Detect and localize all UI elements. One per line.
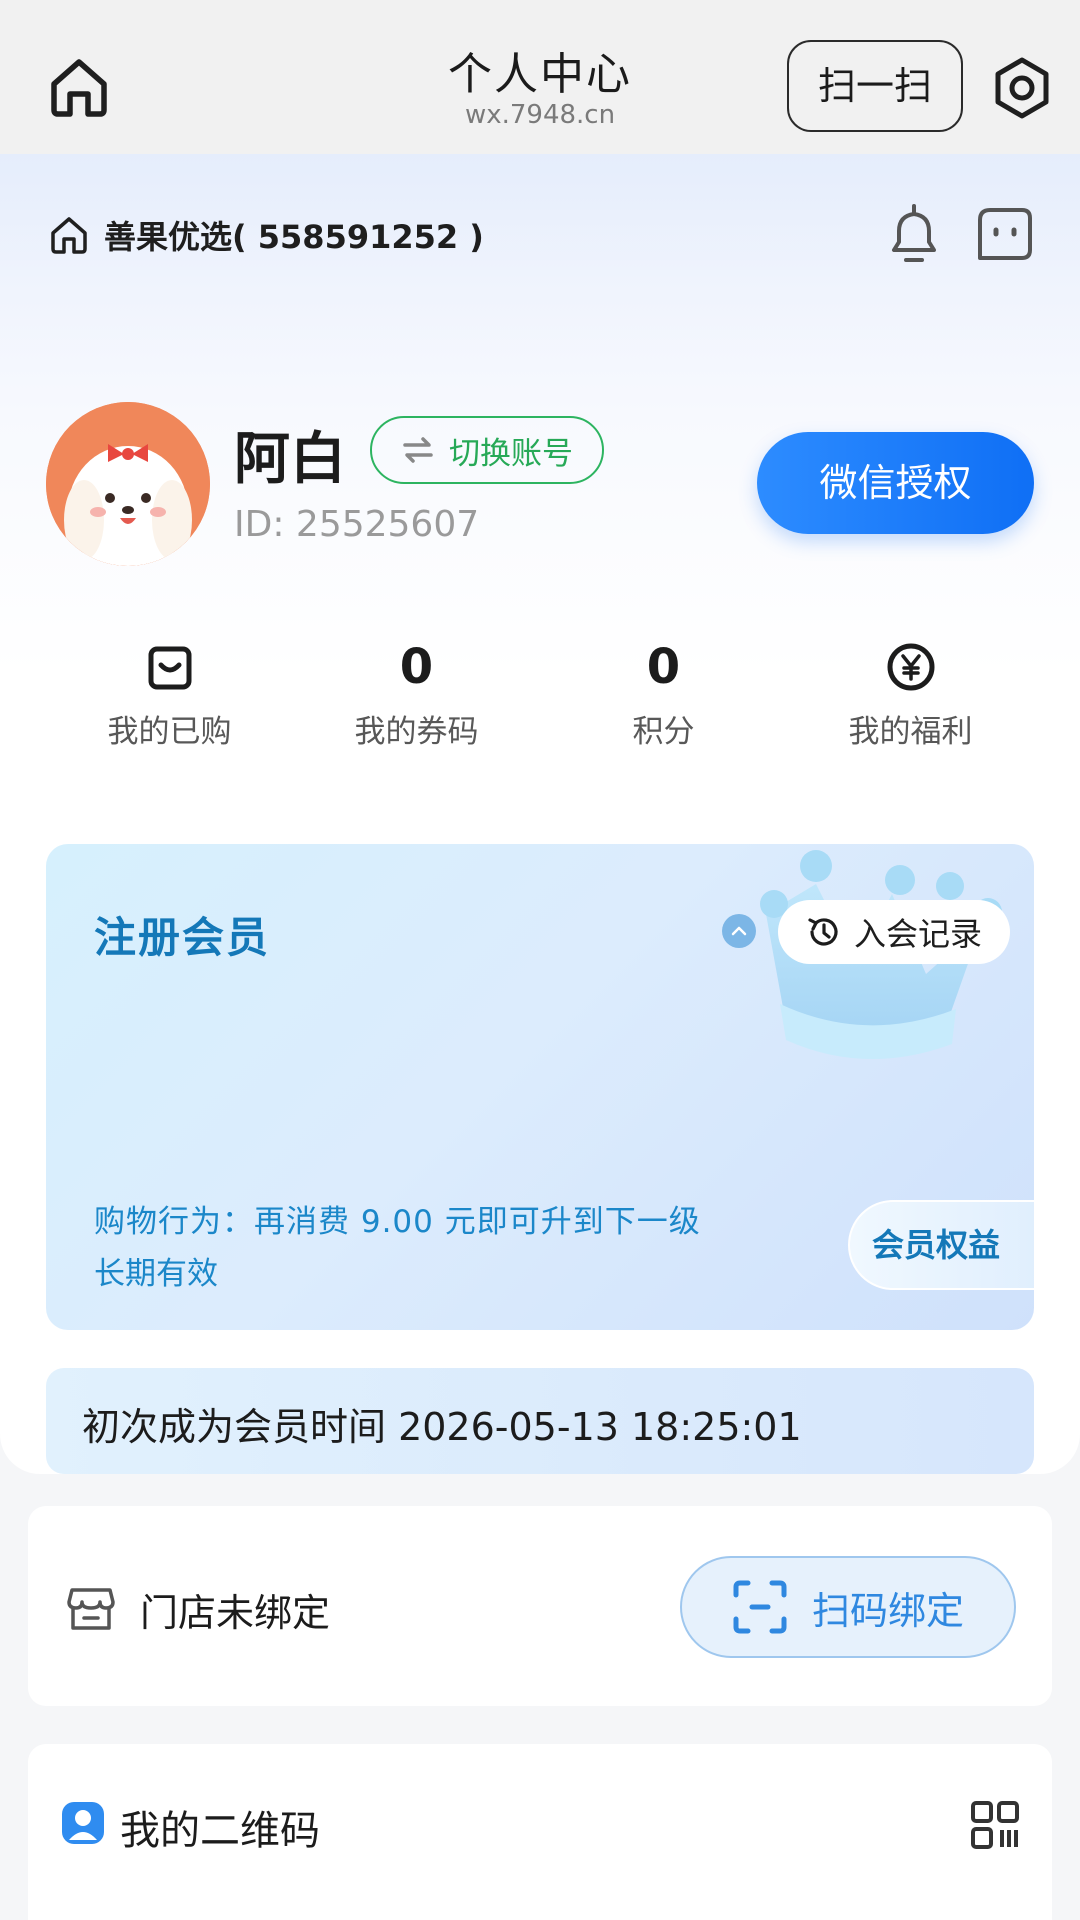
crown-icon <box>706 844 1026 1104</box>
stat-purchased[interactable]: 我的已购 <box>46 640 293 750</box>
store-name: 善果优选( 558591252 ) <box>104 218 484 256</box>
stat-value: 0 <box>399 639 434 695</box>
swap-arrows-icon <box>401 436 435 464</box>
collapse-icon[interactable] <box>722 914 756 948</box>
stat-benefits[interactable]: 我的福利 <box>787 640 1034 750</box>
upgrade-hint: 购物行为：再消费 9.00 元即可升到下一级 <box>94 1204 701 1240</box>
qr-code-icon[interactable] <box>970 1800 1020 1850</box>
user-badge-icon <box>60 1800 106 1846</box>
store-header[interactable]: 善果优选( 558591252 ) <box>48 210 484 260</box>
membership-record-label: 入会记录 <box>853 915 982 953</box>
switch-account-label: 切换账号 <box>449 435 573 472</box>
shopping-bag-icon <box>46 640 293 694</box>
stat-label: 积分 <box>632 714 695 750</box>
store-home-icon <box>48 214 90 256</box>
message-icon[interactable] <box>976 206 1034 262</box>
stat-value: 0 <box>646 639 681 695</box>
member-benefits-button[interactable]: 会员权益 <box>848 1200 1034 1290</box>
username: 阿白 <box>234 427 346 492</box>
store-icon <box>66 1586 116 1632</box>
scan-frame-icon <box>732 1579 788 1635</box>
validity-text: 长期有效 <box>94 1256 218 1292</box>
yen-coin-icon <box>787 640 1034 694</box>
first-member-time: 初次成为会员时间 2026-05-13 18:25:01 <box>46 1368 1034 1474</box>
avatar[interactable] <box>46 402 210 566</box>
stat-label: 我的券码 <box>354 714 479 750</box>
user-id: ID: 25525607 <box>234 504 480 545</box>
stats-row: 我的已购 0 我的券码 0 积分 我的福利 <box>46 640 1034 750</box>
store-binding-status: 门店未绑定 <box>140 1591 331 1635</box>
stat-points[interactable]: 0 积分 <box>540 640 787 750</box>
first-member-time-text: 初次成为会员时间 2026-05-13 18:25:01 <box>82 1405 802 1449</box>
scan-button[interactable]: 扫一扫 <box>787 40 963 132</box>
membership-record-button[interactable]: 入会记录 <box>778 900 1010 964</box>
bell-icon[interactable] <box>884 204 944 266</box>
store-binding-panel: 门店未绑定 扫码绑定 <box>28 1506 1052 1706</box>
stat-coupons[interactable]: 0 我的券码 <box>293 640 540 750</box>
scan-bind-label: 扫码绑定 <box>811 1588 964 1633</box>
scan-bind-button[interactable]: 扫码绑定 <box>680 1556 1016 1658</box>
member-card: 注册会员 入会记录 购物行为：再消费 9.00 元即可升到下一级 长期有效 会员… <box>46 844 1034 1330</box>
stat-label: 我的福利 <box>848 714 973 750</box>
switch-account-button[interactable]: 切换账号 <box>370 416 604 484</box>
my-qr-code-label: 我的二维码 <box>120 1808 320 1854</box>
wechat-authorize-button[interactable]: 微信授权 <box>757 432 1034 534</box>
history-clock-icon <box>806 914 842 950</box>
my-qr-code-row[interactable]: 我的二维码 <box>28 1744 1052 1920</box>
top-bar: 个人中心 wx.7948.cn 扫一扫 <box>0 0 1080 154</box>
stat-label: 我的已购 <box>107 714 232 750</box>
member-level-title: 注册会员 <box>94 913 271 962</box>
gear-icon[interactable] <box>990 56 1054 120</box>
